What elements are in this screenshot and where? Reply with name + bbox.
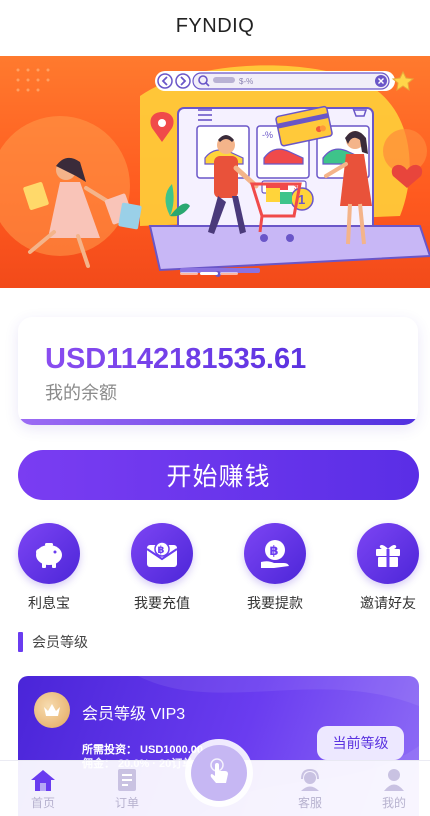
page-title: FYNDIQ (175, 14, 255, 37)
svg-text:$-%: $-% (239, 77, 253, 86)
vip-level-name: 会员等级 VIP3 (82, 706, 186, 723)
member-level-heading: 会员等级 (18, 632, 88, 652)
crown-icon (34, 692, 70, 728)
center-tap-button[interactable] (191, 745, 247, 801)
balance-card: USD1142181535.61 我的余额 (18, 317, 418, 425)
wallet-baht-icon: ฿ (131, 523, 193, 584)
piggy-bank-icon (18, 523, 80, 584)
balance-amount: USD1142181535.61 (45, 343, 307, 375)
tab-orders[interactable]: 订单 (97, 761, 157, 816)
action-label: 我要充值 (134, 595, 190, 611)
action-interest-treasure[interactable]: 利息宝 (4, 523, 94, 613)
section-title-text: 会员等级 (32, 634, 88, 650)
action-invite-friends[interactable]: 邀请好友 (343, 523, 430, 613)
heading-marker (18, 632, 23, 652)
home-icon (29, 767, 57, 793)
current-level-button[interactable]: 当前等级 (317, 726, 404, 760)
balance-card-accent-bar (18, 419, 418, 425)
tab-home[interactable]: 首页 (13, 761, 73, 816)
profile-icon (380, 767, 408, 793)
promo-banner[interactable]: $-% -% $ 1 (0, 56, 430, 288)
shopping-illustration: $-% -% $ 1 (0, 65, 430, 277)
svg-text:-%: -% (262, 130, 273, 140)
tab-label: 订单 (114, 796, 139, 810)
action-label: 我要提款 (247, 595, 303, 611)
action-recharge[interactable]: ฿ 我要充值 (117, 523, 207, 613)
action-label: 邀请好友 (360, 595, 416, 611)
tap-hand-icon (204, 756, 234, 791)
tab-label: 客服 (297, 796, 322, 810)
balance-label: 我的余额 (45, 383, 117, 403)
gift-icon (357, 523, 419, 584)
svg-text:฿: ฿ (158, 545, 165, 556)
action-label: 利息宝 (28, 595, 70, 611)
action-withdraw[interactable]: ฿ 我要提款 (230, 523, 320, 613)
orders-icon (113, 767, 141, 793)
customer-service-icon (296, 767, 324, 793)
tab-label: 首页 (30, 796, 55, 810)
baht-coin-hand-icon: ฿ (244, 523, 306, 584)
quick-actions: 利息宝 ฿ 我要充值 ฿ 我要提款 邀请好友 (0, 523, 430, 613)
tab-profile[interactable]: 我的 (364, 761, 424, 816)
svg-text:฿: ฿ (270, 544, 279, 559)
tab-customer-service[interactable]: 客服 (280, 761, 340, 816)
tab-label: 我的 (381, 796, 406, 810)
start-earning-button[interactable]: 开始赚钱 (18, 450, 419, 500)
app-header: FYNDIQ (0, 0, 430, 52)
